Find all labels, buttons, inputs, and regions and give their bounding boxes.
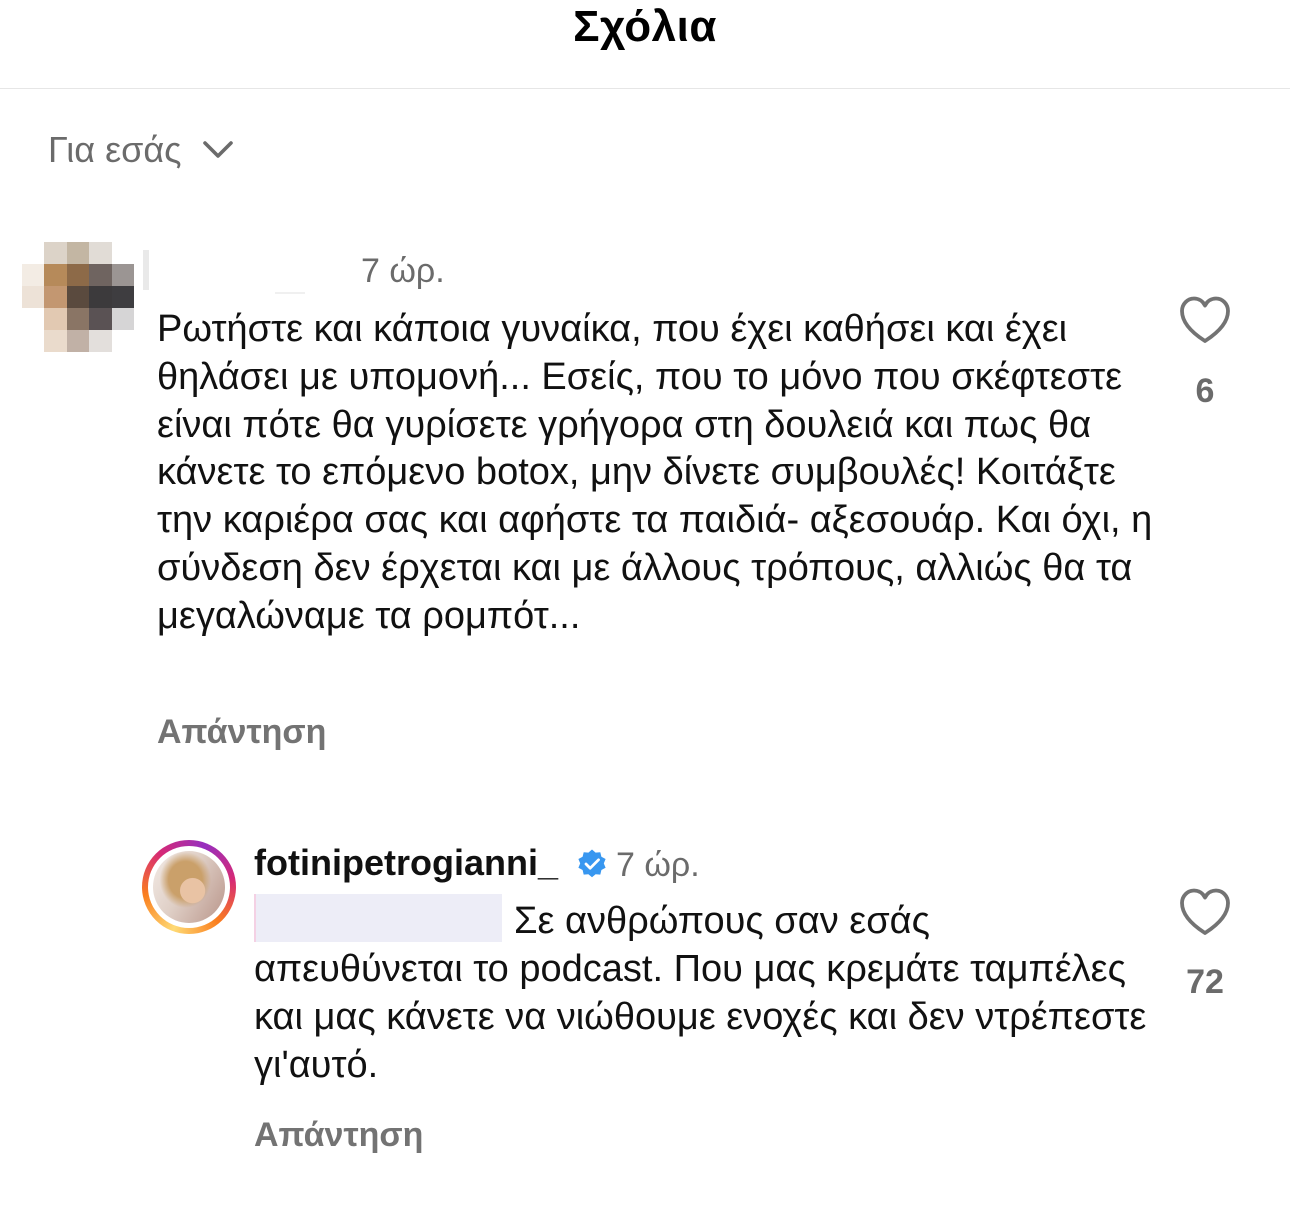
username-redacted bbox=[143, 250, 149, 290]
heart-icon[interactable] bbox=[1178, 886, 1232, 938]
comment-username[interactable]: fotinipetrogianni_ bbox=[254, 842, 558, 884]
reply-button[interactable]: Απάντηση bbox=[254, 1116, 423, 1155]
avatar-story-ring[interactable] bbox=[142, 840, 236, 934]
username-redacted-trace bbox=[275, 292, 305, 294]
avatar bbox=[153, 851, 225, 923]
comment-text: Ρωτήστε και κάποια γυναίκα, που έχει καθ… bbox=[157, 308, 1153, 637]
comment-text: απευθύνεται το podcast. Που μας κρεμάτε … bbox=[254, 948, 1147, 1086]
mention-redacted bbox=[254, 894, 502, 942]
comments-header: Σχόλια bbox=[0, 0, 1290, 89]
avatar[interactable] bbox=[22, 242, 134, 352]
like-count: 6 bbox=[1195, 372, 1215, 410]
comment-timestamp: 7 ώρ. bbox=[361, 252, 445, 290]
sort-dropdown[interactable]: Για εσάς bbox=[48, 126, 236, 174]
reply-button[interactable]: Απάντηση bbox=[157, 713, 326, 752]
comment-text-first-line: Σε ανθρώπους σαν εσάς bbox=[514, 900, 930, 942]
page-title: Σχόλια bbox=[573, 2, 717, 51]
heart-icon[interactable] bbox=[1178, 294, 1232, 346]
comment-timestamp: 7 ώρ. bbox=[616, 846, 700, 884]
like-count: 72 bbox=[1186, 963, 1224, 1001]
sort-label: Για εσάς bbox=[48, 129, 182, 170]
avatar-ring-gap bbox=[148, 846, 230, 928]
chevron-down-icon bbox=[202, 141, 233, 158]
verified-badge-icon bbox=[578, 849, 606, 878]
